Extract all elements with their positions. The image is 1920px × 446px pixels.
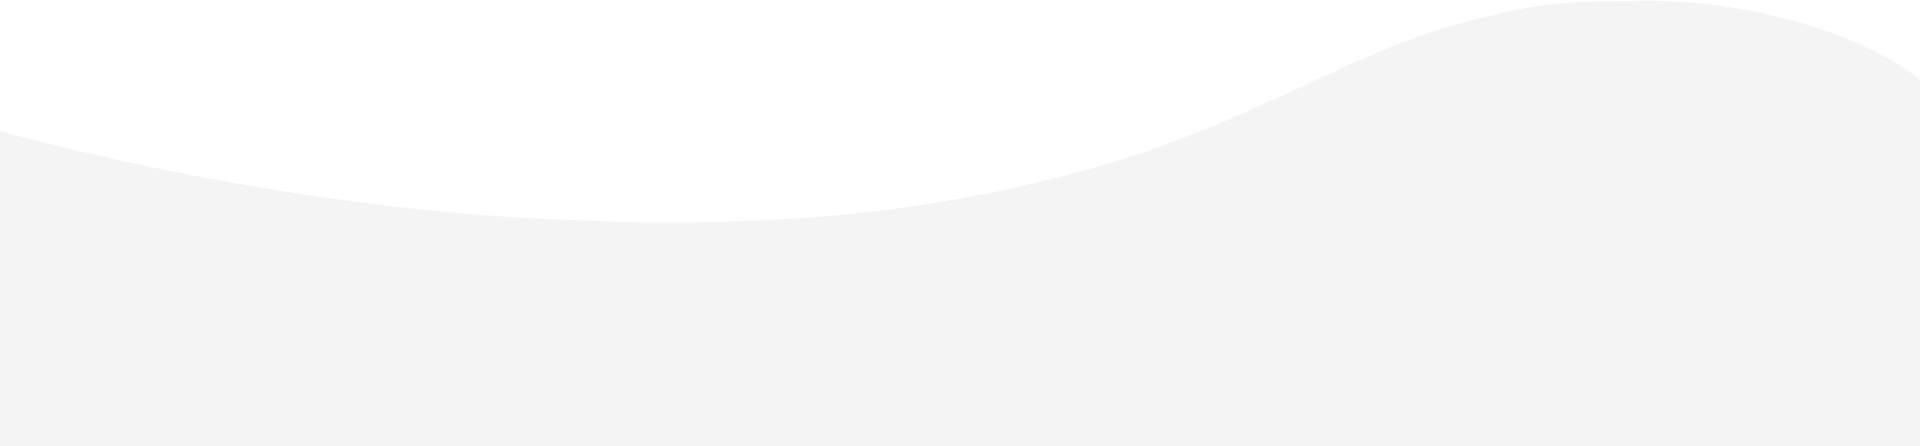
wave-background-svg [0, 0, 1920, 446]
wave-divider-section [0, 0, 1920, 446]
